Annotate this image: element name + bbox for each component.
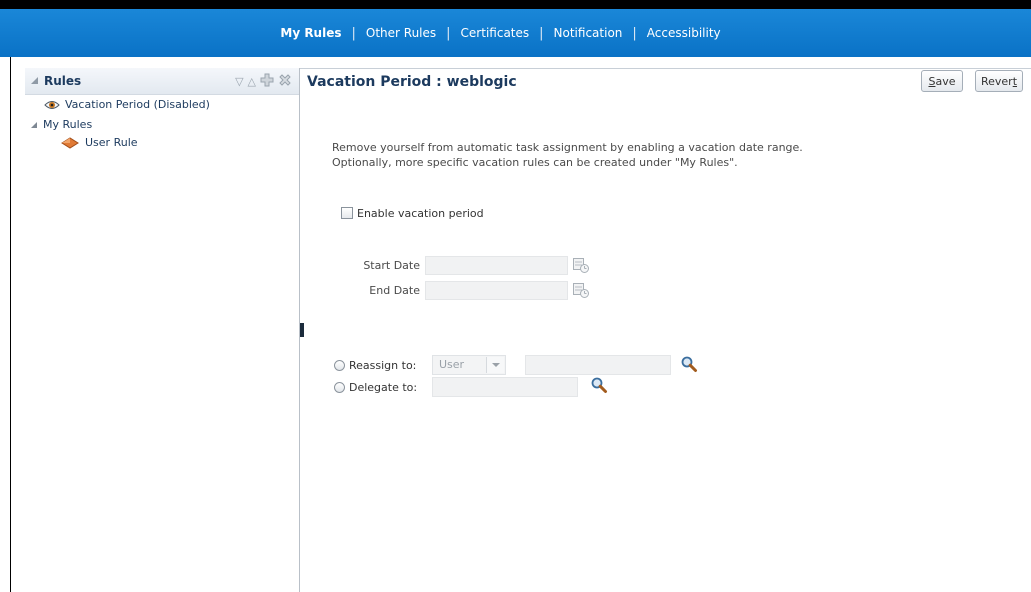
reassign-to-input[interactable] (525, 355, 671, 375)
rules-panel-header: Rules ▽ △ (25, 68, 299, 95)
add-icon[interactable] (260, 73, 274, 91)
page-title: Vacation Period : weblogic (307, 74, 517, 90)
rule-diamond-icon (61, 136, 79, 149)
reassign-radio[interactable] (334, 360, 345, 371)
tree-item-label: My Rules (43, 118, 93, 131)
chevron-down-icon[interactable] (486, 357, 504, 373)
nav-separator: | (446, 25, 451, 41)
search-icon[interactable] (590, 376, 608, 394)
end-date-input[interactable] (425, 281, 568, 300)
save-label-rest: ave (935, 74, 956, 88)
nav-accessibility[interactable]: Accessibility (645, 26, 723, 40)
nav-separator: | (351, 25, 356, 41)
delegate-to-input[interactable] (432, 377, 578, 397)
start-date-label: Start Date (363, 259, 420, 272)
top-navigation-bar: My Rules | Other Rules | Certificates | … (0, 9, 1031, 57)
nav-other-rules[interactable]: Other Rules (364, 26, 438, 40)
nav-my-rules[interactable]: My Rules (278, 26, 343, 40)
save-mnemonic: S (928, 74, 936, 88)
eye-icon (44, 99, 60, 111)
nav-separator: | (632, 25, 637, 41)
end-date-label: End Date (369, 284, 420, 297)
nav-separator: | (539, 25, 544, 41)
delegate-label: Delegate to: (349, 381, 418, 394)
window-left-border (10, 57, 11, 592)
rules-panel: Rules ▽ △ Vacation Period (Disabled) My … (25, 68, 300, 592)
sort-descending-icon[interactable]: ▽ (235, 75, 243, 89)
delete-icon[interactable] (278, 73, 292, 91)
panel-collapse-icon[interactable] (31, 77, 38, 84)
calendar-icon[interactable] (572, 256, 590, 274)
vacation-description: Remove yourself from automatic task assi… (332, 140, 803, 170)
nav-certificates[interactable]: Certificates (459, 26, 532, 40)
enable-vacation-checkbox[interactable] (341, 207, 353, 219)
delegate-radio[interactable] (334, 382, 345, 393)
tree-item-label: Vacation Period (Disabled) (65, 98, 210, 111)
tree-item-my-rules[interactable]: My Rules (31, 118, 92, 131)
rules-toolbar: ▽ △ (235, 73, 292, 91)
collapse-triangle-icon[interactable] (31, 121, 37, 128)
tree-item-user-rule[interactable]: User Rule (61, 136, 138, 149)
description-line: Remove yourself from automatic task assi… (332, 141, 803, 154)
tree-item-label: User Rule (85, 136, 138, 149)
revert-button[interactable]: Rever t (975, 70, 1023, 92)
start-date-input[interactable] (425, 256, 568, 275)
top-nav: My Rules | Other Rules | Certificates | … (278, 26, 722, 41)
description-line: Optionally, more specific vacation rules… (332, 156, 738, 169)
tree-item-vacation-period[interactable]: Vacation Period (Disabled) (44, 98, 210, 111)
reassign-type-value: User (439, 358, 465, 371)
sort-ascending-icon[interactable]: △ (248, 75, 256, 89)
search-icon[interactable] (680, 355, 698, 373)
calendar-icon[interactable] (572, 281, 590, 299)
revert-label-prefix: Rever (980, 74, 1013, 88)
enable-vacation-label: Enable vacation period (357, 207, 484, 220)
window-top-border (0, 0, 1031, 9)
nav-notification[interactable]: Notification (552, 26, 625, 40)
revert-mnemonic: t (1012, 74, 1018, 88)
rules-panel-title: Rules (44, 74, 82, 88)
reassign-type-select[interactable]: User (432, 355, 506, 375)
panel-splitter-handle[interactable] (300, 323, 304, 337)
save-button[interactable]: Save (921, 70, 963, 92)
reassign-label: Reassign to: (349, 359, 417, 372)
